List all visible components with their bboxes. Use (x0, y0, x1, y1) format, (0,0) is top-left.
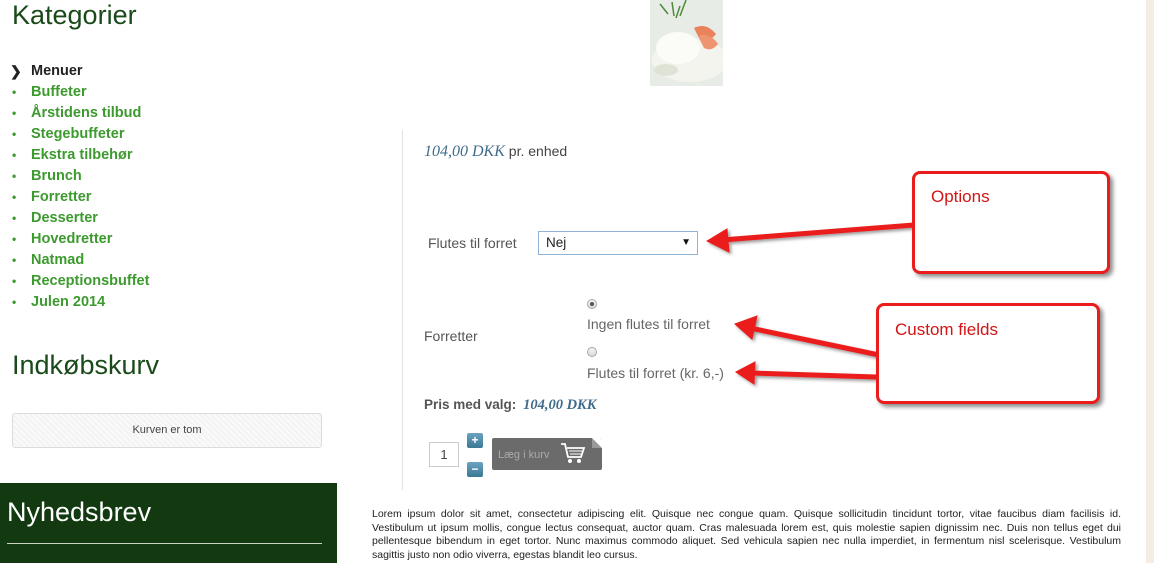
options-callout: Options (912, 171, 1110, 274)
options-callout-text: Options (931, 187, 990, 206)
custom-fields-callout-text: Custom fields (895, 320, 998, 339)
annotation-arrows (705, 222, 915, 385)
custom-fields-callout: Custom fields (876, 303, 1100, 404)
